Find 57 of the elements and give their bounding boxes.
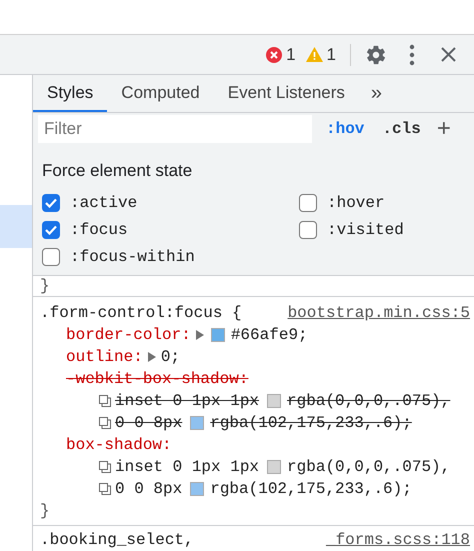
shadow-editor-icon[interactable] xyxy=(98,394,112,408)
expand-triangle-icon[interactable] xyxy=(148,352,156,362)
state-label: :focus xyxy=(70,220,128,241)
warning-count: 1 xyxy=(326,44,336,66)
shadow-editor-icon[interactable] xyxy=(98,482,112,496)
state-label: :focus-within xyxy=(70,247,195,268)
color-swatch[interactable] xyxy=(210,328,225,342)
color-swatch[interactable] xyxy=(190,416,204,430)
checkbox[interactable] xyxy=(42,194,60,212)
expand-triangle-icon[interactable] xyxy=(196,330,204,340)
shadow-color: rgba(102,175,233,.6); xyxy=(210,479,412,500)
rule-selector: .booking_select, xyxy=(40,530,194,551)
state-label: :hover xyxy=(327,193,385,214)
checkbox[interactable] xyxy=(42,248,60,266)
checkbox[interactable] xyxy=(42,221,60,239)
tab[interactable]: Event Listeners xyxy=(214,75,359,112)
shadow-color: rgba(102,175,233,.6); xyxy=(210,413,412,434)
shadow-color: rgba(0,0,0,.075), xyxy=(287,391,450,412)
source-link[interactable]: bootstrap.min.css:5 xyxy=(288,302,470,324)
shadow-color: rgba(0,0,0,.075), xyxy=(287,457,450,478)
state-label: :active xyxy=(70,193,138,214)
error-icon xyxy=(266,46,282,62)
class-button[interactable]: .cls xyxy=(382,117,421,142)
checkbox[interactable] xyxy=(299,194,317,212)
property-name: box-shadow: xyxy=(66,435,172,456)
settings-icon[interactable] xyxy=(365,44,387,66)
closing-brace: } xyxy=(40,277,50,295)
more-options-icon[interactable] xyxy=(409,44,415,66)
error-count: 1 xyxy=(286,44,296,66)
state-label: :visited xyxy=(327,220,404,241)
property-value: 0; xyxy=(160,347,180,368)
tab[interactable]: Computed xyxy=(107,75,214,112)
color-swatch[interactable] xyxy=(267,460,282,474)
color-swatch[interactable] xyxy=(190,482,204,496)
source-link[interactable]: _forms.scss:118 xyxy=(326,529,470,551)
hover-state-button[interactable]: :hov xyxy=(326,117,364,142)
property-name: outline: xyxy=(66,347,143,368)
filter-field[interactable]: Filter xyxy=(38,115,312,144)
more-tabs-button[interactable]: » xyxy=(358,75,394,112)
checkbox[interactable] xyxy=(299,221,317,239)
property-name: -webkit-box-shadow: xyxy=(66,369,248,390)
selected-row-highlight xyxy=(0,205,32,248)
close-icon[interactable] xyxy=(441,47,456,62)
new-rule-button[interactable]: + xyxy=(436,117,451,142)
property-name: border-color: xyxy=(66,325,191,346)
shadow-editor-icon[interactable] xyxy=(98,416,112,430)
shadow-editor-icon[interactable] xyxy=(98,460,112,474)
rule-selector: .form-control:focus { xyxy=(40,303,242,324)
panel-title: Force element state xyxy=(42,160,194,182)
shadow-value: 0 0 8px xyxy=(115,413,182,434)
closing-brace: } xyxy=(40,502,50,520)
property-value: #66afe9; xyxy=(230,325,308,346)
color-swatch[interactable] xyxy=(267,394,282,408)
warning-icon xyxy=(306,47,323,62)
shadow-value: inset 0 1px 1px xyxy=(115,391,260,412)
shadow-value: 0 0 8px xyxy=(115,479,182,500)
shadow-value: inset 0 1px 1px xyxy=(115,457,260,478)
